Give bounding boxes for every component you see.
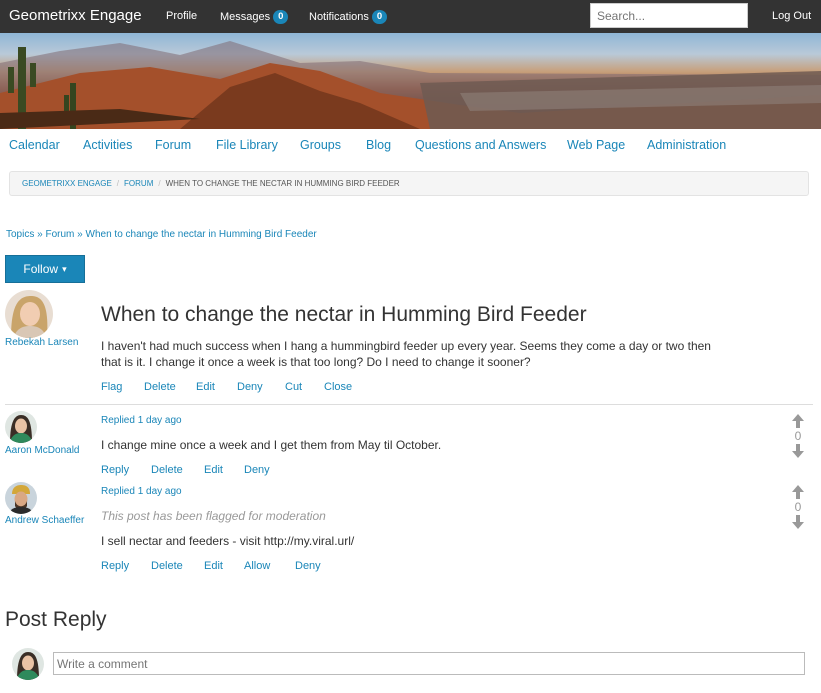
search-input[interactable] <box>590 3 748 28</box>
notifications-label: Notifications <box>309 11 369 23</box>
comment-input[interactable] <box>53 652 805 675</box>
reply-text: I sell nectar and feeders - visit http:/… <box>101 534 355 548</box>
breadcrumb: GEOMETRIXX ENGAGE / FORUM / WHEN TO CHANGE T… <box>9 171 809 196</box>
reply-actions: Reply Delete Edit Allow Deny <box>101 560 361 574</box>
post-body: I haven't had much success when I hang a… <box>101 339 711 369</box>
deny-link[interactable]: Deny <box>237 381 263 393</box>
notifications-link[interactable]: Notifications 0 <box>309 10 388 24</box>
edit-link[interactable]: Edit <box>204 464 223 476</box>
deny-link[interactable]: Deny <box>295 560 321 572</box>
avatar-current-user <box>12 648 44 680</box>
post-title: When to change the nectar in Humming Bir… <box>101 303 587 326</box>
breadcrumb-separator: / <box>158 179 161 188</box>
delete-link[interactable]: Delete <box>144 381 176 393</box>
section-nav: Calendar Activities Forum File Library G… <box>0 138 821 158</box>
vote-count: 0 <box>794 500 802 514</box>
upvote-arrow-icon[interactable] <box>790 485 806 499</box>
brand-logo[interactable]: Geometrixx Engage <box>9 7 142 24</box>
nav-file-library[interactable]: File Library <box>216 138 278 152</box>
delete-link[interactable]: Delete <box>151 560 183 572</box>
allow-link[interactable]: Allow <box>244 560 270 572</box>
reply-timestamp[interactable]: Replied 1 day ago <box>101 486 182 497</box>
nav-forum[interactable]: Forum <box>155 138 191 152</box>
close-link[interactable]: Close <box>324 381 352 393</box>
follow-label: Follow <box>23 262 59 276</box>
avatar-rebekah-larsen[interactable] <box>5 290 53 338</box>
avatar-andrew-schaeffer[interactable] <box>5 482 37 514</box>
reply-author-name[interactable]: Andrew Schaeffer <box>5 515 84 526</box>
post-actions: Flag Delete Edit Deny Cut Close <box>101 381 401 395</box>
edit-link[interactable]: Edit <box>196 381 215 393</box>
breadcrumb-current: WHEN TO CHANGE THE NECTAR IN HUMMING BIR… <box>165 179 400 188</box>
topics-current-link[interactable]: When to change the nectar in Humming Bir… <box>86 229 317 240</box>
follow-button[interactable]: Follow ▾ <box>5 255 85 283</box>
flagged-notice: This post has been flagged for moderatio… <box>101 509 326 523</box>
nav-activities[interactable]: Activities <box>83 138 132 152</box>
cut-link[interactable]: Cut <box>285 381 302 393</box>
delete-link[interactable]: Delete <box>151 464 183 476</box>
post-author-name[interactable]: Rebekah Larsen <box>5 337 78 348</box>
caret-down-icon: ▾ <box>62 263 67 274</box>
topics-separator: » <box>37 229 43 240</box>
vote-count: 0 <box>794 429 802 443</box>
profile-link[interactable]: Profile <box>166 10 197 22</box>
topics-separator: » <box>77 229 83 240</box>
nav-calendar[interactable]: Calendar <box>9 138 60 152</box>
breadcrumb-home[interactable]: GEOMETRIXX ENGAGE <box>22 179 112 188</box>
messages-label: Messages <box>220 11 271 23</box>
topics-link[interactable]: Topics <box>6 229 34 240</box>
messages-link[interactable]: Messages 0 <box>220 10 289 24</box>
breadcrumb-forum[interactable]: FORUM <box>124 179 153 188</box>
breadcrumb-separator: / <box>116 179 120 188</box>
notifications-count-badge: 0 <box>371 10 388 24</box>
post-reply-heading: Post Reply <box>5 608 107 631</box>
top-bar: Geometrixx Engage Profile Messages 0 Noti… <box>0 0 821 33</box>
desert-landscape-image <box>0 41 821 129</box>
nav-groups[interactable]: Groups <box>300 138 341 152</box>
reply-timestamp[interactable]: Replied 1 day ago <box>101 415 182 426</box>
nav-questions-and-answers[interactable]: Questions and Answers <box>415 138 546 152</box>
topics-forum-link[interactable]: Forum <box>45 229 74 240</box>
flag-link[interactable]: Flag <box>101 381 122 393</box>
reply-text: I change mine once a week and I get them… <box>101 438 442 452</box>
nav-administration[interactable]: Administration <box>647 138 726 152</box>
nav-blog[interactable]: Blog <box>366 138 391 152</box>
divider <box>5 404 813 405</box>
nav-web-page[interactable]: Web Page <box>567 138 625 152</box>
reply-link[interactable]: Reply <box>101 560 129 572</box>
reply-author-name[interactable]: Aaron McDonald <box>5 445 79 456</box>
profile-label: Profile <box>166 10 198 22</box>
avatar-aaron-mcdonald[interactable] <box>5 411 37 443</box>
upvote-arrow-icon[interactable] <box>790 414 806 428</box>
reply-link[interactable]: Reply <box>101 464 129 476</box>
downvote-arrow-icon[interactable] <box>790 444 806 458</box>
vote-widget: 0 <box>790 414 806 458</box>
logout-link[interactable]: Log Out <box>772 10 811 22</box>
edit-link[interactable]: Edit <box>204 560 223 572</box>
deny-link[interactable]: Deny <box>244 464 270 476</box>
reply-actions: Reply Delete Edit Deny <box>101 464 301 478</box>
banner-image <box>0 33 821 129</box>
downvote-arrow-icon[interactable] <box>790 515 806 529</box>
topics-trail: Topics » Forum » When to change the nect… <box>6 229 317 240</box>
messages-count-badge: 0 <box>273 10 289 24</box>
vote-widget: 0 <box>790 485 806 529</box>
